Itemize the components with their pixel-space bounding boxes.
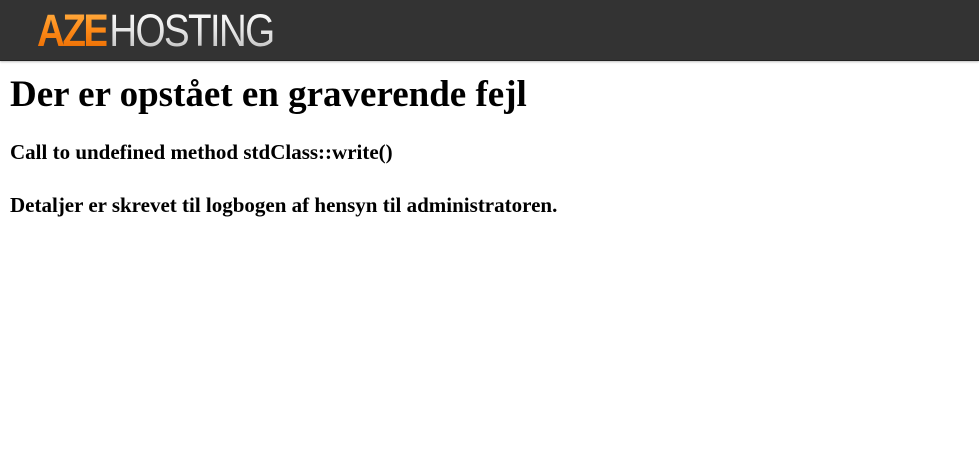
logo-hosting-text: HOSTING — [109, 4, 275, 56]
logo-aze-text: AZE — [37, 4, 109, 56]
error-title: Der er opstået en graverende fejl — [10, 74, 527, 115]
error-content: Der er opstået en graverende fejl Call t… — [10, 62, 970, 218]
site-header: AZE HOSTING — [0, 0, 979, 61]
error-message: Call to undefined method stdClass::write… — [10, 140, 393, 164]
azehosting-logo[interactable]: AZE HOSTING — [37, 4, 275, 56]
error-details: Detaljer er skrevet til logbogen af hens… — [10, 193, 558, 217]
